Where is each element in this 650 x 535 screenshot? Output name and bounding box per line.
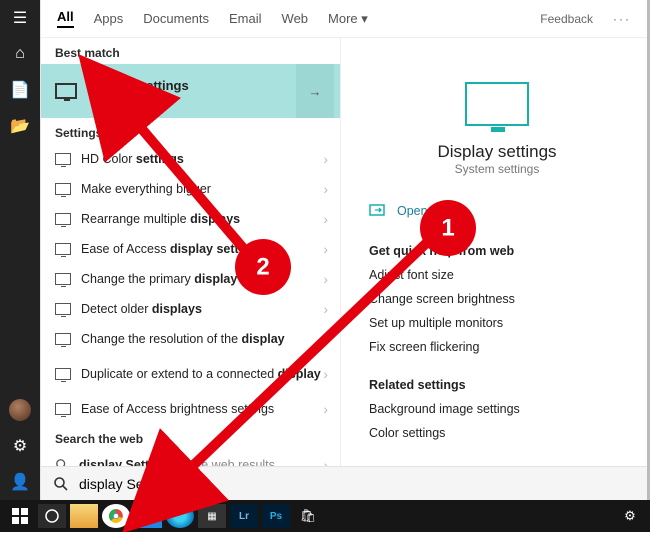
taskbar-cortana-icon[interactable]	[38, 504, 66, 528]
taskbar-edge-icon[interactable]	[166, 504, 194, 528]
best-match-result[interactable]: Display settings System settings →	[41, 64, 340, 118]
taskbar-chrome-icon[interactable]	[102, 504, 130, 528]
quick-help-link[interactable]: Change screen brightness	[369, 292, 625, 306]
tab-documents[interactable]: Documents	[143, 11, 209, 26]
search-input[interactable]	[79, 476, 635, 492]
result-label: Duplicate or extend to a connected displ…	[81, 367, 321, 381]
search-input-bar	[41, 466, 647, 500]
chevron-right-icon: ›	[323, 366, 328, 382]
taskbar-calculator-icon[interactable]: ▦	[198, 504, 226, 528]
monitor-icon	[55, 183, 71, 195]
quick-help-link[interactable]: Adjust font size	[369, 268, 625, 282]
taskbar-photoshop-icon[interactable]: Ps	[262, 504, 290, 528]
open-icon	[369, 204, 387, 218]
chevron-right-icon: ›	[323, 211, 328, 227]
monitor-icon	[55, 153, 71, 165]
result-label: Make everything bigger	[81, 182, 211, 196]
detail-open-action[interactable]: Open	[369, 204, 625, 218]
settings-result[interactable]: HD Color settings ›	[41, 144, 340, 174]
tab-email[interactable]: Email	[229, 11, 262, 26]
section-settings: Settings	[41, 118, 340, 144]
start-vertical-bar: ☰ ⌂ 📄 📂 ⚙ 👤	[0, 0, 40, 500]
taskbar: ▦ Lr Ps 🛍 ⚙	[0, 500, 650, 532]
chevron-right-icon: ›	[323, 457, 328, 466]
search-scope-tabs: All Apps Documents Email Web More ▾ Feed…	[41, 0, 647, 38]
monitor-icon	[55, 273, 71, 285]
monitor-icon	[55, 243, 71, 255]
tab-web[interactable]: Web	[282, 11, 309, 26]
results-column: Best match Display settings System setti…	[41, 38, 341, 466]
quick-help-header: Get quick help from web	[369, 244, 625, 258]
taskbar-lightroom-icon[interactable]: Lr	[230, 504, 258, 528]
monitor-icon	[55, 403, 71, 415]
section-best-match: Best match	[41, 38, 340, 64]
start-button[interactable]	[6, 504, 34, 528]
settings-result[interactable]: Duplicate or extend to a connected displ…	[41, 354, 340, 394]
chevron-right-icon: ›	[323, 301, 328, 317]
detail-subtitle: System settings	[369, 162, 625, 176]
big-monitor-icon	[465, 82, 529, 126]
overflow-menu-icon[interactable]: ···	[613, 12, 631, 26]
settings-result[interactable]: Make everything bigger ›	[41, 174, 340, 204]
detail-pane: Display settings System settings Open Ge…	[341, 38, 647, 466]
result-label: display Settings - See web results	[79, 458, 275, 466]
tab-apps[interactable]: Apps	[94, 11, 124, 26]
best-match-title: Display settings	[89, 78, 189, 93]
settings-gear-icon[interactable]: ⚙	[0, 428, 40, 464]
result-label: Detect older displays	[81, 302, 202, 316]
result-label: Ease of Access brightness settings	[81, 402, 274, 416]
tab-more[interactable]: More ▾	[328, 11, 368, 27]
section-search-web: Search the web	[41, 424, 340, 450]
monitor-icon	[55, 213, 71, 225]
related-header: Related settings	[369, 378, 625, 392]
search-icon	[53, 476, 69, 492]
recent-icon[interactable]: 📄	[0, 72, 40, 108]
chevron-right-icon: ›	[323, 241, 328, 257]
settings-result[interactable]: Ease of Access brightness settings ›	[41, 394, 340, 424]
monitor-icon	[55, 303, 71, 315]
chevron-right-icon: ›	[323, 181, 328, 197]
settings-result[interactable]: Ease of Access display settings ›	[41, 234, 340, 264]
related-setting-link[interactable]: Color settings	[369, 426, 625, 440]
taskbar-store-icon[interactable]: 🛍	[294, 504, 322, 528]
result-label: Change the resolution of the display	[81, 332, 285, 346]
taskbar-explorer-icon[interactable]	[70, 504, 98, 528]
taskbar-app-blue-icon[interactable]	[134, 504, 162, 528]
open-label: Open	[397, 204, 428, 218]
result-label: Ease of Access display settings	[81, 242, 264, 256]
chevron-right-icon: ›	[323, 331, 328, 347]
chevron-right-icon: ›	[323, 401, 328, 417]
chevron-right-icon: ›	[323, 151, 328, 167]
quick-help-link[interactable]: Fix screen flickering	[369, 340, 625, 354]
chevron-right-icon: ›	[323, 271, 328, 287]
quick-help-link[interactable]: Set up multiple monitors	[369, 316, 625, 330]
search-popup: All Apps Documents Email Web More ▾ Feed…	[40, 0, 647, 500]
related-setting-link[interactable]: Background image settings	[369, 402, 625, 416]
settings-result[interactable]: Change the resolution of the display ›	[41, 324, 340, 354]
result-label: Change the primary display	[81, 272, 237, 286]
result-label: HD Color settings	[81, 152, 184, 166]
settings-result[interactable]: Rearrange multiple displays ›	[41, 204, 340, 234]
hamburger-icon[interactable]: ☰	[0, 0, 40, 36]
monitor-icon	[55, 83, 77, 99]
user-avatar[interactable]	[0, 392, 40, 428]
tab-all[interactable]: All	[57, 9, 74, 28]
result-label: Rearrange multiple displays	[81, 212, 240, 226]
monitor-icon	[55, 368, 71, 380]
open-arrow-icon[interactable]: →	[296, 64, 334, 118]
folders-icon[interactable]: 📂	[0, 108, 40, 144]
feedback-link[interactable]: Feedback	[540, 12, 593, 26]
taskbar-gear-icon[interactable]: ⚙	[616, 504, 644, 528]
best-match-subtitle: System settings	[89, 93, 189, 105]
web-result[interactable]: display Settings - See web results ›	[41, 450, 340, 466]
settings-result[interactable]: Change the primary display ›	[41, 264, 340, 294]
home-icon[interactable]: ⌂	[0, 36, 40, 72]
settings-result[interactable]: Detect older displays ›	[41, 294, 340, 324]
monitor-icon	[55, 333, 71, 345]
search-icon	[55, 458, 69, 466]
profile-icon[interactable]: 👤	[0, 464, 40, 500]
detail-title: Display settings	[369, 142, 625, 162]
